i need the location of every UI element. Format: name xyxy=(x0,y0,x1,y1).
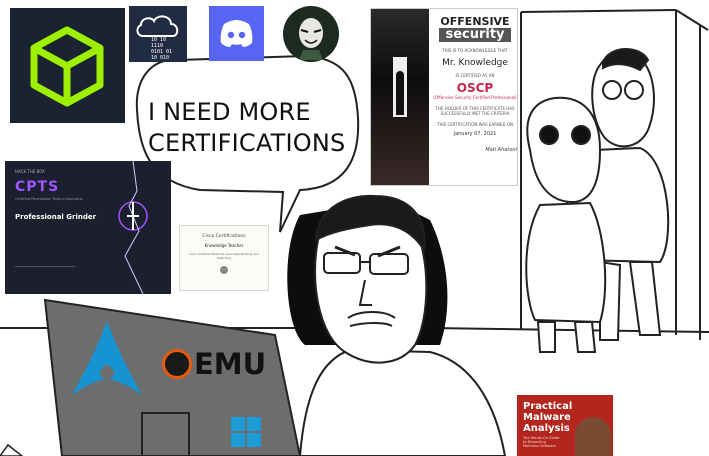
cpts-certificate: HACK THE BOX CPTS Certified Penetration … xyxy=(5,161,171,294)
cpts-title: CPTS xyxy=(15,179,60,195)
lightning-art xyxy=(118,161,148,294)
book-title-2: Malware xyxy=(523,412,571,423)
silhouette xyxy=(396,71,404,115)
floor-line-right xyxy=(429,327,709,333)
cpts-signature-lines xyxy=(15,266,75,267)
cert-body: THE HOLDER OF THIS CERTIFICATE HAS SUCCE… xyxy=(435,106,515,116)
cert-oscp-full: (Offensive Security Certified Profession… xyxy=(433,95,517,100)
cisco-seal-icon xyxy=(220,266,228,274)
windows-icon xyxy=(231,417,261,447)
cpts-holder: Professional Grinder xyxy=(15,213,97,221)
speech-text: I NEED MORE CERTIFICATIONS xyxy=(148,97,353,159)
discord-logo xyxy=(209,6,264,61)
cisco-header: Cisco Certifications xyxy=(202,234,246,239)
book-title-1: Practical xyxy=(523,401,573,412)
offsec-brand-bottom: security xyxy=(439,28,511,42)
hackthebox-logo xyxy=(10,8,125,123)
cert-oscp: OSCP xyxy=(456,81,494,95)
practical-malware-analysis-book: Practical Malware Analysis The Hands-On … xyxy=(517,395,613,456)
mask-icon xyxy=(299,18,323,60)
cisco-certificate: Cisco Certifications Knowledge Teacher C… xyxy=(179,225,269,291)
tryhackme-logo: 10 10 1110 0101 01 10 010 xyxy=(129,6,187,62)
cisco-name: Knowledge Teacher xyxy=(204,243,244,248)
qemu-logo: EMU xyxy=(162,347,266,381)
book-subtitle: The Hands-On Guide to Dissecting Malicio… xyxy=(523,436,560,448)
cert-issued: THIS CERTIFICATION WAS EARNED ON xyxy=(437,122,513,127)
wojak-man xyxy=(298,194,507,456)
cert-date: January 07, 2021 xyxy=(453,131,497,137)
cpts-brand: HACK THE BOX xyxy=(15,169,45,174)
binary-line-4: 10 010 xyxy=(151,55,169,61)
speech-line-2: CERTIFICATIONS xyxy=(148,129,346,157)
speech-line-1: I NEED MORE xyxy=(148,98,311,126)
cert-subtitle: THIS IS TO ACKNOWLEDGE THAT xyxy=(442,48,508,53)
cloud-binary-icon: 10 10 1110 0101 01 10 010 xyxy=(136,15,179,61)
qemu-q-icon xyxy=(162,349,192,379)
oscp-certificate: OFFENSIVE security THIS IS TO ACKNOWLEDG… xyxy=(370,8,518,186)
cert-holder-name: Mr. Knowledge xyxy=(442,58,508,68)
book-cover-art xyxy=(575,417,611,456)
cert-earned-text: IS CERTIFIED AS AN xyxy=(455,73,495,78)
arch-linux-icon xyxy=(72,321,142,395)
cert-dark-photo xyxy=(371,9,429,185)
cert-signature: Mati Aharoni xyxy=(485,147,517,153)
cisco-body: Cisco Certified Network Associate Routin… xyxy=(189,252,259,260)
cpts-subtitle: Certified Penetration Testing Specialist xyxy=(15,197,83,201)
wojak-couple xyxy=(525,48,670,353)
cube-icon xyxy=(30,26,104,107)
book-title-3: Analysis xyxy=(523,423,570,434)
qemu-text: EMU xyxy=(194,347,267,381)
laptop: EMU xyxy=(0,295,305,456)
mrrobot-logo xyxy=(283,6,339,62)
discord-icon xyxy=(220,20,253,47)
